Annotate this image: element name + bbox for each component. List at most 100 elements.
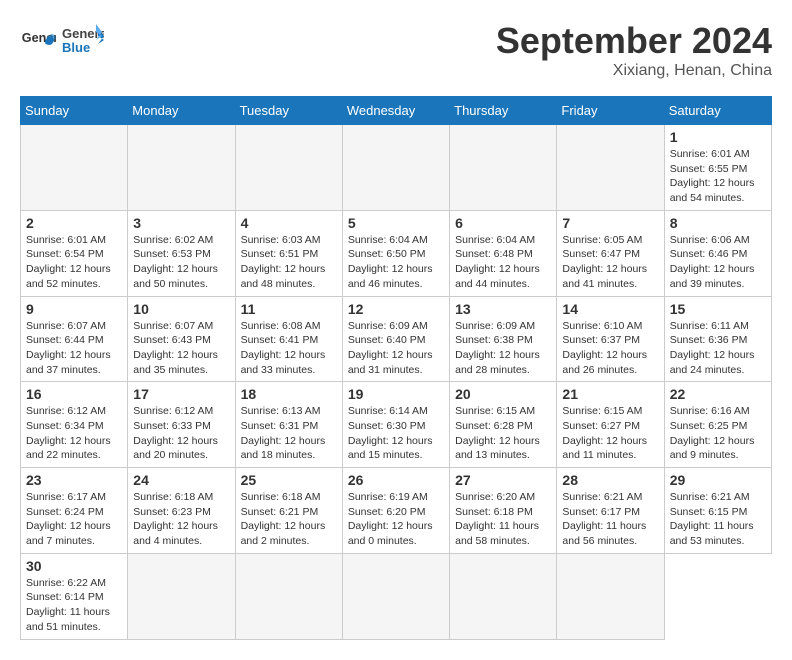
weekday-header-wednesday: Wednesday	[342, 97, 449, 125]
day-number: 6	[455, 215, 551, 231]
day-cell-2: 2Sunrise: 6:01 AM Sunset: 6:54 PM Daylig…	[21, 210, 128, 296]
day-number: 19	[348, 386, 444, 402]
day-info: Sunrise: 6:12 AM Sunset: 6:34 PM Dayligh…	[26, 404, 122, 463]
day-number: 29	[670, 472, 766, 488]
day-cell-13: 13 Sunrise: 6:09 AM Sunset: 6:38 PM Dayli…	[450, 296, 557, 382]
logo-icon: General	[20, 24, 56, 60]
day-info: Sunrise: 6:07 AM Sunset: 6:43 PM Dayligh…	[133, 319, 229, 378]
empty-day-cell	[342, 553, 449, 639]
day-cell-30: 30 Sunrise: 6:22 AM Sunset: 6:14 PM Dayli…	[21, 553, 128, 639]
empty-day-cell	[557, 553, 664, 639]
day-cell-20: 20Sunrise: 6:15 AM Sunset: 6:28 PM Dayli…	[450, 382, 557, 468]
day-number: 25	[241, 472, 337, 488]
day-cell-5: 5Sunrise: 6:04 AM Sunset: 6:50 PM Daylig…	[342, 210, 449, 296]
day-cell-16: 16 Sunrise: 6:12 AM Sunset: 6:34 PM Dayli…	[21, 382, 128, 468]
day-info: Sunrise: 6:06 AM Sunset: 6:46 PM Dayligh…	[670, 233, 766, 292]
day-number: 1	[670, 129, 766, 145]
day-cell-29: 29 Sunrise: 6:21 AM Sunset: 6:15 PM Dayli…	[664, 468, 771, 554]
day-info: Sunrise: 6:09 AM Sunset: 6:40 PM Dayligh…	[348, 319, 444, 378]
day-number: 3	[133, 215, 229, 231]
day-info: Sunrise: 6:22 AM Sunset: 6:14 PM Dayligh…	[26, 576, 122, 635]
empty-day-cell	[557, 125, 664, 211]
empty-day-cell	[342, 125, 449, 211]
day-number: 22	[670, 386, 766, 402]
day-info: Sunrise: 6:09 AM Sunset: 6:38 PM Dayligh…	[455, 319, 551, 378]
day-cell-9: 9 Sunrise: 6:07 AM Sunset: 6:44 PM Daylig…	[21, 296, 128, 382]
day-info: Sunrise: 6:11 AM Sunset: 6:36 PM Dayligh…	[670, 319, 766, 378]
day-number: 27	[455, 472, 551, 488]
calendar-row: 30 Sunrise: 6:22 AM Sunset: 6:14 PM Dayli…	[21, 553, 772, 639]
location: Xixiang, Henan, China	[496, 62, 772, 80]
weekday-header-row: SundayMondayTuesdayWednesdayThursdayFrid…	[21, 97, 772, 125]
calendar-row: 9 Sunrise: 6:07 AM Sunset: 6:44 PM Daylig…	[21, 296, 772, 382]
day-info: Sunrise: 6:07 AM Sunset: 6:44 PM Dayligh…	[26, 319, 122, 378]
day-number: 18	[241, 386, 337, 402]
empty-day-cell	[450, 553, 557, 639]
day-cell-19: 19Sunrise: 6:14 AM Sunset: 6:30 PM Dayli…	[342, 382, 449, 468]
day-info: Sunrise: 6:15 AM Sunset: 6:27 PM Dayligh…	[562, 404, 658, 463]
day-number: 12	[348, 301, 444, 317]
month-title: September 2024	[496, 20, 772, 62]
calendar-row: 2Sunrise: 6:01 AM Sunset: 6:54 PM Daylig…	[21, 210, 772, 296]
day-cell-3: 3 Sunrise: 6:02 AM Sunset: 6:53 PM Daylig…	[128, 210, 235, 296]
day-number: 7	[562, 215, 658, 231]
calendar-table: SundayMondayTuesdayWednesdayThursdayFrid…	[20, 96, 772, 640]
day-cell-21: 21Sunrise: 6:15 AM Sunset: 6:27 PM Dayli…	[557, 382, 664, 468]
day-number: 9	[26, 301, 122, 317]
day-number: 10	[133, 301, 229, 317]
day-number: 8	[670, 215, 766, 231]
day-info: Sunrise: 6:08 AM Sunset: 6:41 PM Dayligh…	[241, 319, 337, 378]
day-number: 26	[348, 472, 444, 488]
day-cell-14: 14 Sunrise: 6:10 AM Sunset: 6:37 PM Dayli…	[557, 296, 664, 382]
day-cell-23: 23 Sunrise: 6:17 AM Sunset: 6:24 PM Dayli…	[21, 468, 128, 554]
day-cell-10: 10 Sunrise: 6:07 AM Sunset: 6:43 PM Dayli…	[128, 296, 235, 382]
calendar-body: 1 Sunrise: 6:01 AM Sunset: 6:55 PM Daylig…	[21, 125, 772, 640]
day-cell-26: 26Sunrise: 6:19 AM Sunset: 6:20 PM Dayli…	[342, 468, 449, 554]
day-number: 30	[26, 558, 122, 574]
day-cell-8: 8 Sunrise: 6:06 AM Sunset: 6:46 PM Daylig…	[664, 210, 771, 296]
weekday-header-friday: Friday	[557, 97, 664, 125]
day-number: 24	[133, 472, 229, 488]
empty-day-cell	[235, 553, 342, 639]
day-info: Sunrise: 6:17 AM Sunset: 6:24 PM Dayligh…	[26, 490, 122, 549]
weekday-header-sunday: Sunday	[21, 97, 128, 125]
day-info: Sunrise: 6:01 AM Sunset: 6:55 PM Dayligh…	[670, 147, 766, 206]
day-info: Sunrise: 6:18 AM Sunset: 6:21 PM Dayligh…	[241, 490, 337, 549]
day-info: Sunrise: 6:01 AM Sunset: 6:54 PM Dayligh…	[26, 233, 122, 292]
day-info: Sunrise: 6:13 AM Sunset: 6:31 PM Dayligh…	[241, 404, 337, 463]
day-cell-4: 4 Sunrise: 6:03 AM Sunset: 6:51 PM Daylig…	[235, 210, 342, 296]
day-cell-28: 28Sunrise: 6:21 AM Sunset: 6:17 PM Dayli…	[557, 468, 664, 554]
day-cell-18: 18 Sunrise: 6:13 AM Sunset: 6:31 PM Dayli…	[235, 382, 342, 468]
day-number: 28	[562, 472, 658, 488]
day-info: Sunrise: 6:21 AM Sunset: 6:15 PM Dayligh…	[670, 490, 766, 549]
day-info: Sunrise: 6:02 AM Sunset: 6:53 PM Dayligh…	[133, 233, 229, 292]
calendar-row: 23 Sunrise: 6:17 AM Sunset: 6:24 PM Dayli…	[21, 468, 772, 554]
weekday-header-tuesday: Tuesday	[235, 97, 342, 125]
day-info: Sunrise: 6:12 AM Sunset: 6:33 PM Dayligh…	[133, 404, 229, 463]
day-number: 4	[241, 215, 337, 231]
day-cell-25: 25 Sunrise: 6:18 AM Sunset: 6:21 PM Dayli…	[235, 468, 342, 554]
weekday-header-saturday: Saturday	[664, 97, 771, 125]
day-number: 14	[562, 301, 658, 317]
svg-text:Blue: Blue	[62, 40, 90, 55]
day-info: Sunrise: 6:05 AM Sunset: 6:47 PM Dayligh…	[562, 233, 658, 292]
day-number: 16	[26, 386, 122, 402]
empty-day-cell	[128, 125, 235, 211]
empty-day-cell	[235, 125, 342, 211]
empty-day-cell	[128, 553, 235, 639]
day-info: Sunrise: 6:04 AM Sunset: 6:50 PM Dayligh…	[348, 233, 444, 292]
day-cell-12: 12 Sunrise: 6:09 AM Sunset: 6:40 PM Dayli…	[342, 296, 449, 382]
day-info: Sunrise: 6:04 AM Sunset: 6:48 PM Dayligh…	[455, 233, 551, 292]
empty-day-cell	[450, 125, 557, 211]
day-info: Sunrise: 6:03 AM Sunset: 6:51 PM Dayligh…	[241, 233, 337, 292]
day-cell-11: 11 Sunrise: 6:08 AM Sunset: 6:41 PM Dayli…	[235, 296, 342, 382]
day-cell-22: 22Sunrise: 6:16 AM Sunset: 6:25 PM Dayli…	[664, 382, 771, 468]
day-info: Sunrise: 6:15 AM Sunset: 6:28 PM Dayligh…	[455, 404, 551, 463]
day-info: Sunrise: 6:10 AM Sunset: 6:37 PM Dayligh…	[562, 319, 658, 378]
day-number: 11	[241, 301, 337, 317]
day-cell-15: 15Sunrise: 6:11 AM Sunset: 6:36 PM Dayli…	[664, 296, 771, 382]
day-number: 23	[26, 472, 122, 488]
day-number: 13	[455, 301, 551, 317]
weekday-header-thursday: Thursday	[450, 97, 557, 125]
calendar-row: 1 Sunrise: 6:01 AM Sunset: 6:55 PM Daylig…	[21, 125, 772, 211]
